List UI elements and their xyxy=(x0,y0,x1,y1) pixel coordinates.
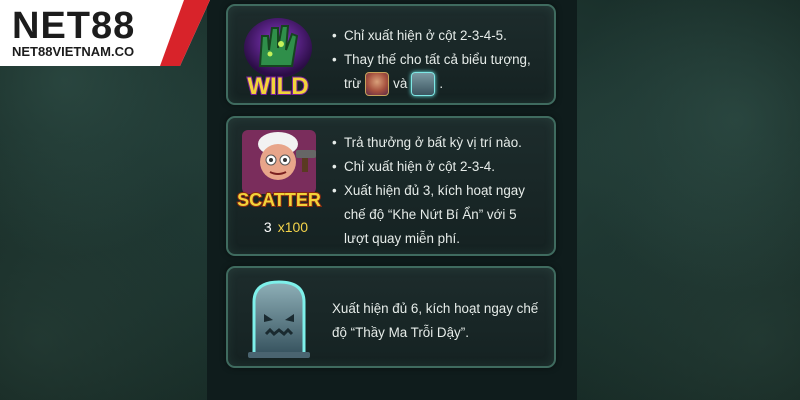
svg-text:NET88VIETNAM.CO: NET88VIETNAM.CO xyxy=(12,44,134,59)
scatter-info-card: SCATTER 3 x100 Trả thưởng ở bất kỳ vị trí… xyxy=(226,116,556,256)
tombstone-mini-icon xyxy=(411,72,436,97)
scatter-payout: 3 x100 xyxy=(256,219,316,235)
wild-symbol-label: WILD xyxy=(247,73,308,100)
scatter-mini-icon xyxy=(365,72,390,97)
logo-domain-text: NET88VIETNAM.CO xyxy=(12,44,134,59)
scatter-symbol-label: SCATTER xyxy=(237,190,321,210)
scatter-payout-multiplier: x100 xyxy=(277,219,309,235)
wild-zombie-hand-icon: WILD xyxy=(238,14,318,101)
svg-text:NET88: NET88 xyxy=(12,5,135,47)
wild-rule-1: Chỉ xuất hiện ở cột 2-3-4-5. xyxy=(332,24,544,48)
wild-info-card: WILD Chỉ xuất hiện ở cột 2-3-4-5. Thay t… xyxy=(226,4,556,105)
scatter-grandma-icon: SCATTER xyxy=(236,124,322,212)
scatter-rule-2: Chỉ xuất hiện ở cột 2-3-4. xyxy=(332,155,544,179)
scatter-rule-3: Xuất hiện đủ 3, kích hoạt ngay chế độ “K… xyxy=(332,179,544,251)
net88-logo: NET88 NET88VIETNAM.CO xyxy=(0,0,210,66)
wild-rule-2: Thay thế cho tất cả biểu tượng,trừvà. xyxy=(332,48,544,97)
logo-brand-text: NET88 xyxy=(12,5,135,47)
tombstone-info-card: Xuất hiện đủ 6, kích hoạt ngay chế độ “T… xyxy=(226,266,556,368)
tombstone-icon xyxy=(240,276,318,360)
scatter-payout-count: 3 xyxy=(263,219,272,235)
scatter-rule-1: Trả thưởng ở bất kỳ vị trí nào. xyxy=(332,131,544,155)
tombstone-description: Xuất hiện đủ 6, kích hoạt ngay chế độ “T… xyxy=(332,301,539,340)
